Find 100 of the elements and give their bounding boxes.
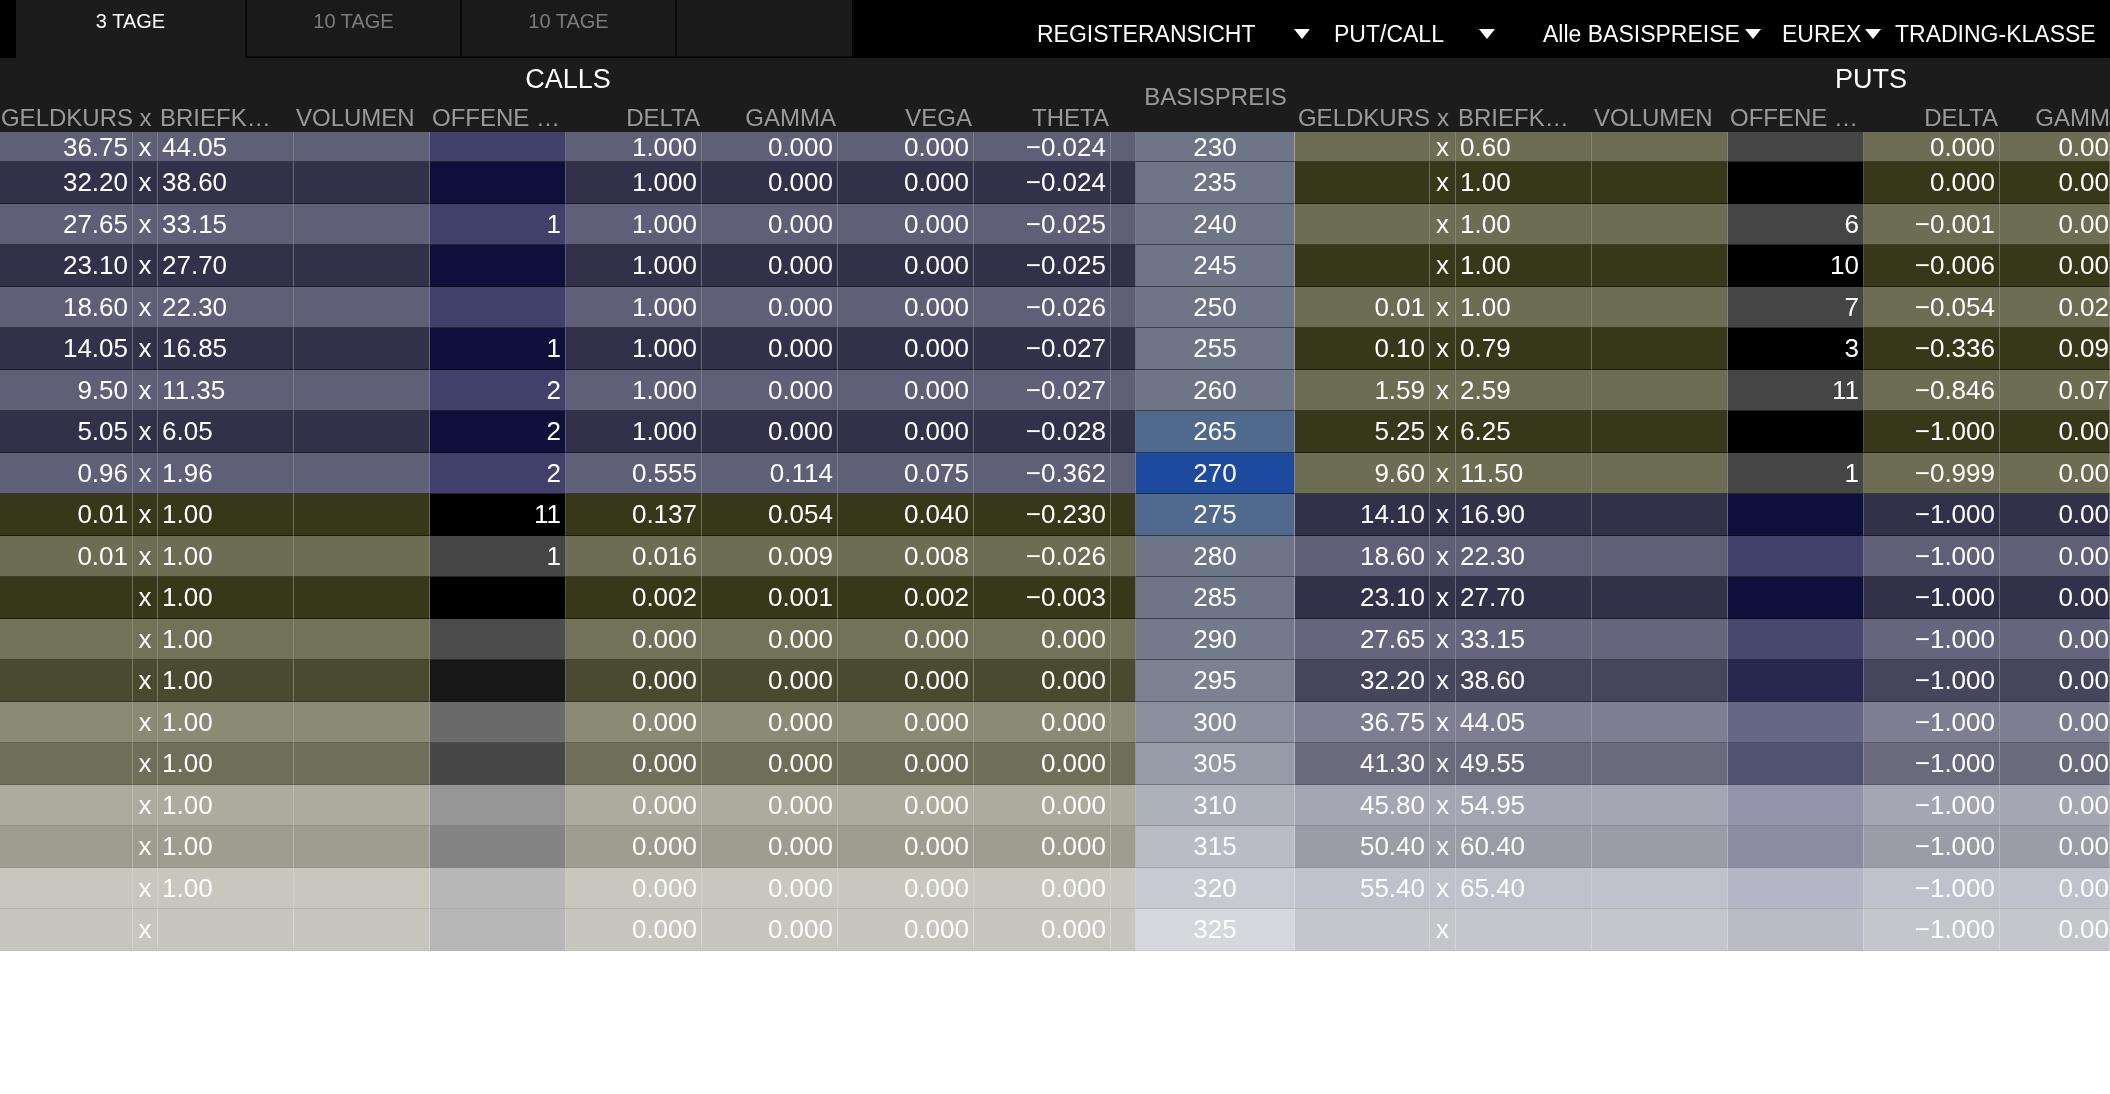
section-title: CALLS	[525, 64, 611, 94]
table-cell: 0.000	[974, 909, 1111, 951]
table-cell: 9.60	[1295, 452, 1430, 494]
table-cell: x	[1430, 867, 1456, 909]
table-cell: x	[1430, 826, 1456, 868]
table-cell: 6.25	[1456, 411, 1592, 453]
table-cell: 27.65	[0, 203, 133, 245]
table-cell: 10	[1728, 245, 1864, 287]
table-cell: 0.000	[974, 867, 1111, 909]
table-cell: 0.00	[2000, 743, 2110, 785]
table-cell: 240	[1136, 203, 1295, 245]
table-cell: x	[133, 660, 158, 702]
table-cell: x	[1430, 162, 1456, 204]
table-cell: 38.60	[158, 162, 294, 204]
table-cell: 1.00	[1456, 162, 1592, 204]
table-cell: 0.000	[838, 826, 974, 868]
table-cell: −1.000	[1864, 535, 2000, 577]
tab[interactable]: 3 TAGE	[16, 0, 247, 58]
table-cell: 1.00	[158, 867, 294, 909]
table-cell: 1.00	[158, 784, 294, 826]
table-cell: 22.30	[1456, 535, 1592, 577]
table-cell: 33.15	[1456, 618, 1592, 660]
table-cell: −1.000	[1864, 826, 2000, 868]
table-cell: 16.85	[158, 328, 294, 370]
table-cell: 0.09	[2000, 328, 2110, 370]
table-cell: 14.10	[1295, 494, 1430, 536]
dropdown-button[interactable]: TRADING-KLASSE	[1895, 17, 2096, 51]
table-cell: x	[133, 203, 158, 245]
table-cell: −1.000	[1864, 784, 2000, 826]
column-header: BRIEFK…	[1458, 104, 1569, 132]
table-cell: x	[1430, 411, 1456, 453]
table-cell: 310	[1136, 784, 1295, 826]
table-cell: x	[133, 701, 158, 743]
table-cell: −0.054	[1864, 286, 2000, 328]
table-cell: 0.002	[838, 577, 974, 619]
column-header: x	[1437, 104, 1449, 132]
table-cell: −0.003	[974, 577, 1111, 619]
table-cell: −1.000	[1864, 494, 2000, 536]
table-cell: 1.00	[158, 494, 294, 536]
table-cell: 49.55	[1456, 743, 1592, 785]
dropdown-button[interactable]: EUREX	[1782, 17, 1881, 51]
table-cell: −1.000	[1864, 701, 2000, 743]
table-cell: 0.000	[838, 660, 974, 702]
column-header: DELTA	[626, 104, 700, 132]
table-cell: −0.027	[974, 369, 1111, 411]
table-cell: x	[1430, 909, 1456, 951]
table-cell: 33.15	[158, 203, 294, 245]
table-cell: 0.000	[702, 203, 838, 245]
table-cell: 235	[1136, 162, 1295, 204]
table-cell: x	[133, 867, 158, 909]
table-cell: 1.00	[1456, 203, 1592, 245]
table-cell: −1.000	[1864, 743, 2000, 785]
table-cell: 11	[1728, 369, 1864, 411]
table-cell: 0.009	[702, 535, 838, 577]
table-cell: 265	[1136, 411, 1295, 453]
column-header: BASISPREIS	[1144, 83, 1287, 111]
dropdown-button[interactable]: Alle BASISPREISE	[1543, 17, 1761, 51]
table-cell: 41.30	[1295, 743, 1430, 785]
table-cell: 0.000	[974, 826, 1111, 868]
table-cell: 0.000	[838, 618, 974, 660]
table-cell: 2	[430, 369, 566, 411]
table-cell: 1.000	[566, 245, 702, 287]
table-cell: 0.07	[2000, 369, 2110, 411]
table-cell: 0.000	[566, 826, 702, 868]
table-cell: −0.362	[974, 452, 1111, 494]
column-header: GELDKURS	[1297, 104, 1430, 132]
table-cell: 0.000	[702, 784, 838, 826]
table-cell: 0.000	[566, 784, 702, 826]
table-cell: 0.00	[2000, 701, 2110, 743]
table-cell: 44.05	[158, 132, 294, 162]
table-cell: x	[1430, 494, 1456, 536]
table-cell: 0.000	[838, 369, 974, 411]
table-cell: −0.026	[974, 535, 1111, 577]
table-cell: 0.000	[702, 909, 838, 951]
table-cell: x	[133, 328, 158, 370]
table-cell: 0.01	[0, 535, 133, 577]
table-cell: 0.00	[2000, 203, 2110, 245]
table-cell: 0.000	[702, 618, 838, 660]
table-cell: 0.000	[702, 867, 838, 909]
table-cell: x	[133, 452, 158, 494]
table-cell: 275	[1136, 494, 1295, 536]
table-cell: 1	[1728, 452, 1864, 494]
table-cell: −1.000	[1864, 909, 2000, 951]
table-cell: 22.30	[158, 286, 294, 328]
table-cell: x	[133, 369, 158, 411]
table-cell: 0.000	[702, 132, 838, 162]
dropdown-button[interactable]: PUT/CALL	[1334, 17, 1495, 51]
table-cell: 0.00	[2000, 618, 2110, 660]
table-cell: 2.59	[1456, 369, 1592, 411]
column-header: GAMMA	[745, 104, 836, 132]
table-cell: −0.001	[1864, 203, 2000, 245]
table-cell: 0.000	[702, 743, 838, 785]
table-cell: 0.000	[838, 909, 974, 951]
dropdown-button[interactable]: REGISTERANSICHT	[1037, 17, 1310, 51]
table-cell: 0.000	[702, 411, 838, 453]
table-cell: 0.000	[974, 618, 1111, 660]
table-cell: 1.96	[158, 452, 294, 494]
table-cell: −0.026	[974, 286, 1111, 328]
table-cell: 0.00	[2000, 132, 2110, 162]
table-cell: 65.40	[1456, 867, 1592, 909]
